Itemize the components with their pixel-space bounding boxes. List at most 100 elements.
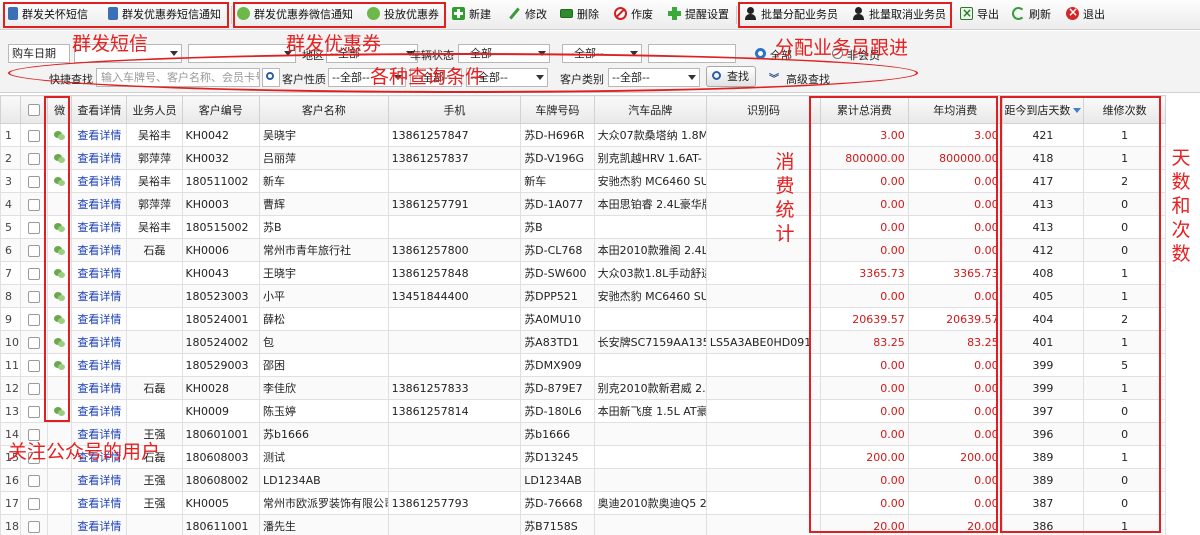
row-checkbox[interactable] [28,520,41,533]
row-checkbox[interactable] [28,198,41,211]
view-details-link[interactable]: 查看详情 [71,215,128,239]
status2-select[interactable]: --全部-- [562,44,642,63]
row-checkbox-cell[interactable] [20,330,48,354]
issue-coupon-button[interactable]: 投放优惠券 [367,5,439,24]
row-checkbox-cell[interactable] [20,261,48,285]
header-plate[interactable]: 车牌号码 [520,95,595,124]
batch-cancel-staff-button[interactable]: 批量取消业务员 [852,5,946,24]
view-details-link[interactable]: 查看详情 [71,468,128,492]
row-checkbox[interactable] [28,382,41,395]
row-checkbox[interactable] [28,313,41,326]
view-details-link[interactable]: 查看详情 [71,491,128,515]
row-checkbox[interactable] [28,336,41,349]
table-row[interactable]: 18 查看详情 180611001 潘先生 苏B7158S 20.00 20.00 386 1 [0,514,1166,535]
header-customer-name[interactable]: 客户名称 [259,95,389,124]
row-checkbox-cell[interactable] [20,399,48,423]
table-row[interactable]: 14 查看详情 王强 180601001 苏b1666 苏b1666 0.00 0.00 396… [0,422,1166,446]
row-checkbox[interactable] [28,129,41,142]
reminder-settings-button[interactable]: 提醒设置 [668,5,729,24]
coupon-sms-button[interactable]: 群发优惠券短信通知 [108,5,221,24]
view-details-link[interactable]: 查看详情 [71,261,128,285]
table-row[interactable]: 9 查看详情 180524001 薛松 苏A0MU10 20639.57 20639.57 4… [0,307,1166,331]
header-select-all[interactable] [20,95,48,124]
view-details-link[interactable]: 查看详情 [71,238,128,262]
table-row[interactable]: 4 查看详情 郭萍萍 KH0003 曹辉 13861257791 苏D-1A077 本田思铂睿… [0,192,1166,216]
quick-search-input[interactable]: 输入车牌号、客户名称、会员卡号 [96,68,260,87]
row-checkbox[interactable] [28,497,41,510]
row-checkbox[interactable] [28,405,41,418]
header-details[interactable]: 查看详情 [71,95,128,124]
view-details-link[interactable]: 查看详情 [71,123,128,147]
table-row[interactable]: 16 查看详情 王强 180608002 LD1234AB LD1234AB 0.00 0.0… [0,468,1166,492]
view-details-link[interactable]: 查看详情 [71,514,128,535]
radio-all[interactable] [755,48,766,59]
view-details-link[interactable]: 查看详情 [71,353,128,377]
delete-button[interactable]: 删除 [560,5,599,24]
table-row[interactable]: 3 查看详情 吴裕丰 180511002 新车 新车 安驰杰豹 MC6460 SUV 0.00… [0,169,1166,193]
table-row[interactable]: 8 查看详情 180523003 小平 13451844400 苏DPP521 安驰杰豹 M… [0,284,1166,308]
row-checkbox[interactable] [28,221,41,234]
view-details-link[interactable]: 查看详情 [71,307,128,331]
header-average-consumption[interactable]: 年均消费 [907,95,1003,124]
table-row[interactable]: 11 查看详情 180529003 邵困 苏DMX909 0.00 0.00 399 5 [0,353,1166,377]
header-wechat[interactable]: 微 [46,95,73,124]
quick-search-icon-box[interactable] [262,68,280,87]
row-checkbox[interactable] [28,244,41,257]
row-checkbox-cell[interactable] [20,215,48,239]
row-checkbox[interactable] [28,474,41,487]
status3-select[interactable] [648,44,736,63]
table-row[interactable]: 5 查看详情 吴裕丰 180515002 苏B 苏B 0.00 0.00 413 0 [0,215,1166,239]
row-checkbox[interactable] [28,267,41,280]
table-row[interactable]: 15 查看详情 石磊 180608003 测试 苏D13245 200.00 200.00 38… [0,445,1166,469]
new-button[interactable]: 新建 [452,5,491,24]
row-checkbox-cell[interactable] [20,376,48,400]
view-details-link[interactable]: 查看详情 [71,284,128,308]
select-all-checkbox[interactable] [28,104,41,116]
view-details-link[interactable]: 查看详情 [71,192,128,216]
header-vin[interactable]: 识别码 [705,95,822,124]
date-type-select[interactable]: 购车日期 [8,44,70,63]
table-row[interactable]: 13 查看详情 KH0009 陈玉婷 13861257814 苏D-180L6 本田新飞度 … [0,399,1166,423]
table-row[interactable]: 1 查看详情 吴裕丰 KH0042 吴晓宇 13861257847 苏D-H696R 大众07… [0,123,1166,147]
refresh-button[interactable]: 刷新 [1012,5,1051,24]
row-checkbox[interactable] [28,290,41,303]
view-details-link[interactable]: 查看详情 [71,330,128,354]
row-checkbox-cell[interactable] [20,491,48,515]
table-row[interactable]: 6 查看详情 石磊 KH0006 常州市青年旅行社 13861257800 苏D-CL768… [0,238,1166,262]
row-checkbox-cell[interactable] [20,169,48,193]
view-details-link[interactable]: 查看详情 [71,399,128,423]
row-checkbox[interactable] [28,359,41,372]
export-button[interactable]: 导出 [960,4,999,24]
view-details-link[interactable]: 查看详情 [71,169,128,193]
advanced-search-link[interactable]: 高级查找 [786,71,830,87]
view-details-link[interactable]: 查看详情 [71,376,128,400]
row-checkbox-cell[interactable] [20,146,48,170]
header-repair-count[interactable]: 维修次数 [1083,95,1166,124]
date-to-input[interactable] [188,44,296,63]
row-checkbox-cell[interactable] [20,514,48,535]
header-total-consumption[interactable]: 累计总消费 [820,95,909,124]
row-checkbox-cell[interactable] [20,353,48,377]
table-row[interactable]: 10 查看详情 180524002 包 苏A83TD1 长安牌SC7159AA135 LS5… [0,330,1166,354]
exit-button[interactable]: 退出 [1066,3,1105,24]
header-days-since-visit[interactable]: 距今到店天数 [1001,95,1085,124]
customer-type-select[interactable]: --全部-- [608,68,700,87]
edit-button[interactable]: 修改 [508,5,547,24]
search-button[interactable]: 查找 [706,66,756,87]
view-details-link[interactable]: 查看详情 [71,146,128,170]
table-row[interactable]: 2 查看详情 郭萍萍 KH0032 吕丽萍 13861257837 苏D-V196G 别克凯越… [0,146,1166,170]
vehicle-status-select[interactable]: --全部-- [458,44,550,63]
group-care-sms-button[interactable]: 群发关怀短信 [8,5,88,24]
header-brand[interactable]: 汽车品牌 [593,95,707,124]
header-staff[interactable]: 业务人员 [126,95,183,124]
header-customer-code[interactable]: 客户编号 [181,95,261,124]
row-checkbox-cell[interactable] [20,468,48,492]
header-phone[interactable]: 手机 [387,95,522,124]
row-checkbox-cell[interactable] [20,192,48,216]
row-checkbox[interactable] [28,175,41,188]
table-row[interactable]: 12 查看详情 石磊 KH0028 李佳欣 13861257833 苏D-879E7 别克20… [0,376,1166,400]
row-checkbox-cell[interactable] [20,238,48,262]
row-checkbox-cell[interactable] [20,123,48,147]
row-checkbox-cell[interactable] [20,307,48,331]
row-checkbox[interactable] [28,152,41,165]
